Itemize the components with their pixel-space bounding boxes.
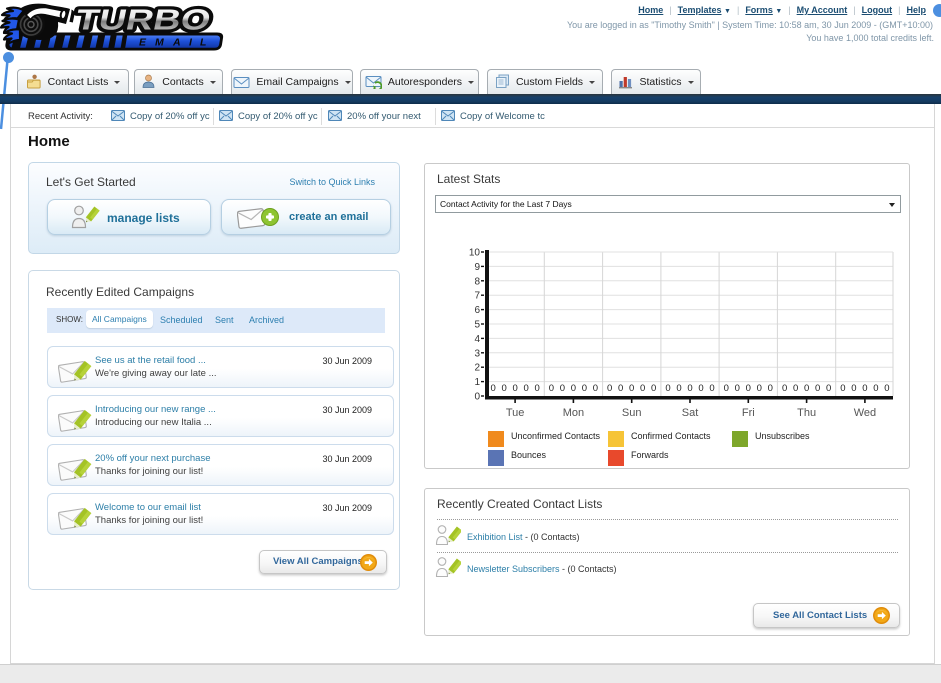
svg-text:0: 0 [501,383,506,394]
svg-text:0: 0 [698,383,703,394]
svg-text:0: 0 [571,383,576,394]
svg-text:9: 9 [474,262,480,273]
svg-text:M: M [155,36,164,48]
svg-text:Tue: Tue [506,407,525,419]
svg-text:0: 0 [549,383,554,394]
svg-text:0: 0 [665,383,670,394]
svg-text:6: 6 [474,305,480,316]
svg-text:Sun: Sun [622,407,642,419]
svg-text:0: 0 [676,383,681,394]
svg-text:0: 0 [851,383,856,394]
svg-text:3: 3 [474,348,480,359]
svg-text:0: 0 [768,383,773,394]
svg-text:0: 0 [724,383,729,394]
svg-text:Sat: Sat [682,407,699,419]
svg-text:0: 0 [512,383,517,394]
svg-text:0: 0 [534,383,539,394]
svg-text:0: 0 [651,383,656,394]
svg-text:0: 0 [826,383,831,394]
svg-text:0: 0 [782,383,787,394]
svg-text:4: 4 [474,334,480,345]
svg-text:0: 0 [757,383,762,394]
svg-text:0: 0 [793,383,798,394]
svg-text:0: 0 [746,383,751,394]
svg-text:0: 0 [640,383,645,394]
svg-text:0: 0 [490,383,495,394]
svg-text:A: A [172,36,181,48]
svg-text:0: 0 [687,383,692,394]
svg-text:0: 0 [815,383,820,394]
svg-text:0: 0 [873,383,878,394]
svg-text:5: 5 [474,320,480,331]
svg-text:0: 0 [862,383,867,394]
svg-text:Thu: Thu [797,407,816,419]
svg-text:Fri: Fri [742,407,755,419]
svg-text:0: 0 [607,383,612,394]
svg-text:0: 0 [709,383,714,394]
svg-text:TURBO: TURBO [73,4,214,37]
svg-text:Mon: Mon [563,407,584,419]
svg-text:2: 2 [474,363,480,374]
svg-text:0: 0 [618,383,623,394]
svg-text:8: 8 [474,276,480,287]
svg-text:7: 7 [474,291,480,302]
svg-text:0: 0 [884,383,889,394]
svg-text:Wed: Wed [854,407,876,419]
svg-text:0: 0 [582,383,587,394]
svg-text:0: 0 [735,383,740,394]
svg-text:0: 0 [804,383,809,394]
svg-text:0: 0 [840,383,845,394]
svg-text:0: 0 [629,383,634,394]
svg-text:E: E [139,36,147,48]
svg-text:0: 0 [474,392,480,403]
svg-text:0: 0 [523,383,528,394]
svg-text:10: 10 [469,248,481,259]
svg-text:L: L [200,36,206,48]
svg-text:0: 0 [593,383,598,394]
svg-text:1: 1 [474,377,480,388]
svg-text:0: 0 [560,383,565,394]
